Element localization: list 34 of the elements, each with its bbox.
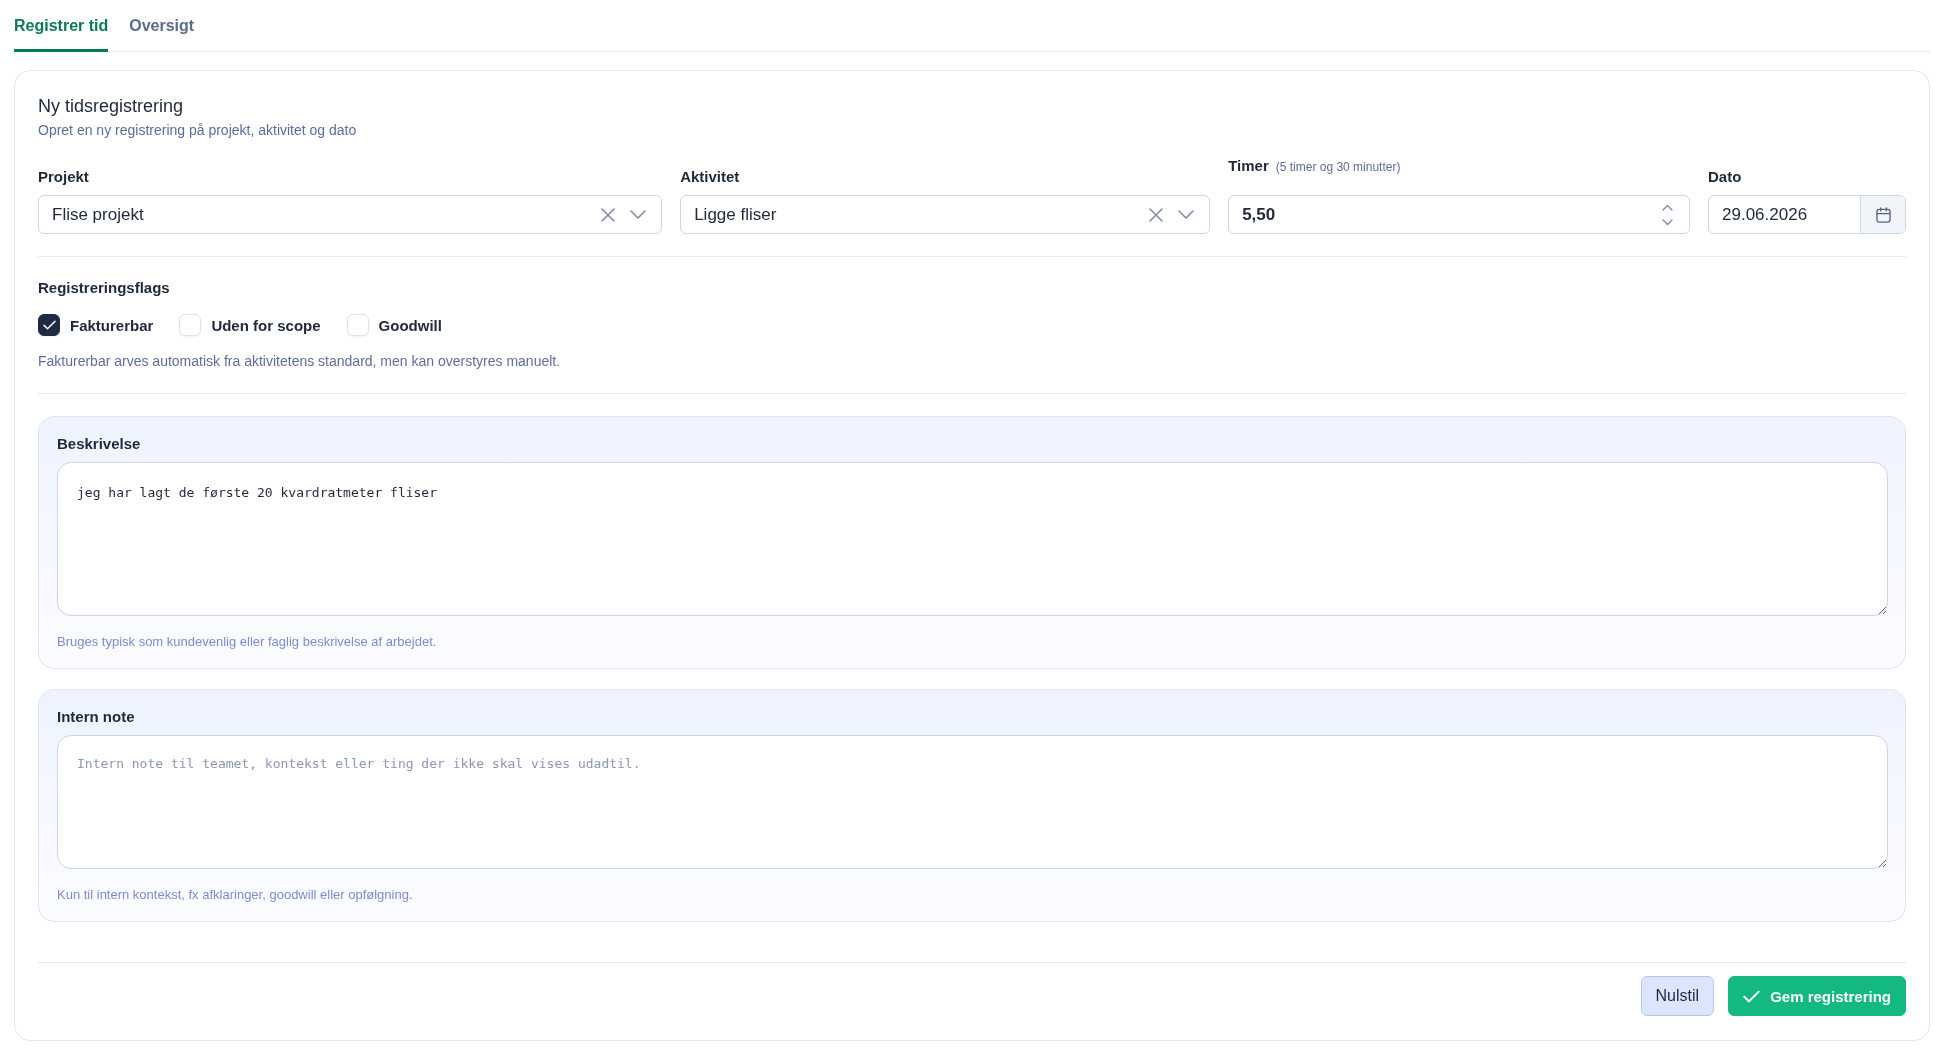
reset-button[interactable]: Nulstil xyxy=(1640,976,1715,1016)
field-label: Dato xyxy=(1708,168,1742,186)
check-icon xyxy=(42,320,56,330)
calendar-icon xyxy=(1875,206,1891,223)
clear-icon[interactable] xyxy=(1149,207,1164,222)
stepper-icon[interactable] xyxy=(1662,203,1673,226)
clear-icon[interactable] xyxy=(601,207,616,222)
field-label: Beskrivelse xyxy=(57,435,142,453)
select-field[interactable]: Flise projekt xyxy=(38,195,663,234)
checkbox-label[interactable]: Uden for scope xyxy=(211,316,321,334)
checkbox-label[interactable]: Goodwill xyxy=(378,316,442,334)
check-icon xyxy=(1743,989,1761,1003)
field-label: Aktivitet xyxy=(680,168,740,186)
tab[interactable]: Registrer tid xyxy=(14,0,109,52)
field-hint: (5 timer og 30 minutter) xyxy=(1275,159,1401,176)
text-area[interactable]: jeg har lagt de første 20 kvardratmeter fliser xyxy=(57,462,1888,616)
chevron-down-icon[interactable] xyxy=(630,210,647,219)
field-label: Timer xyxy=(1228,157,1269,175)
form-subtitle: Opret en ny registrering på projekt, aktivitet og dato xyxy=(38,121,358,140)
help-text: Kun til intern kontekst, fx afklaringer, goodwill eller opfølgning. xyxy=(57,886,414,904)
checkbox[interactable] xyxy=(38,314,60,336)
help-text: Bruges typisk som kundevenlig eller faglig beskrivelse af arbejdet. xyxy=(57,633,438,651)
select-field[interactable]: Ligge fliser xyxy=(680,195,1211,234)
checkbox-label[interactable]: Fakturerbar xyxy=(70,316,154,334)
field-label: Intern note xyxy=(57,708,136,726)
group-label: Registreringsflags xyxy=(38,279,171,297)
field-label: Projekt xyxy=(38,168,89,186)
calendar-button[interactable] xyxy=(1860,196,1905,233)
date-field[interactable]: 29.06.2026 xyxy=(1708,195,1906,234)
help-text: Fakturerbar arves automatisk fra aktivitetens standard, men kan overstyres manuelt. xyxy=(38,352,562,370)
chevron-down-icon[interactable] xyxy=(1178,210,1195,219)
number-field[interactable]: 5,50 xyxy=(1228,195,1690,234)
form-title: Ny tidsregistrering xyxy=(38,95,185,118)
tab[interactable]: Oversigt xyxy=(129,0,195,52)
